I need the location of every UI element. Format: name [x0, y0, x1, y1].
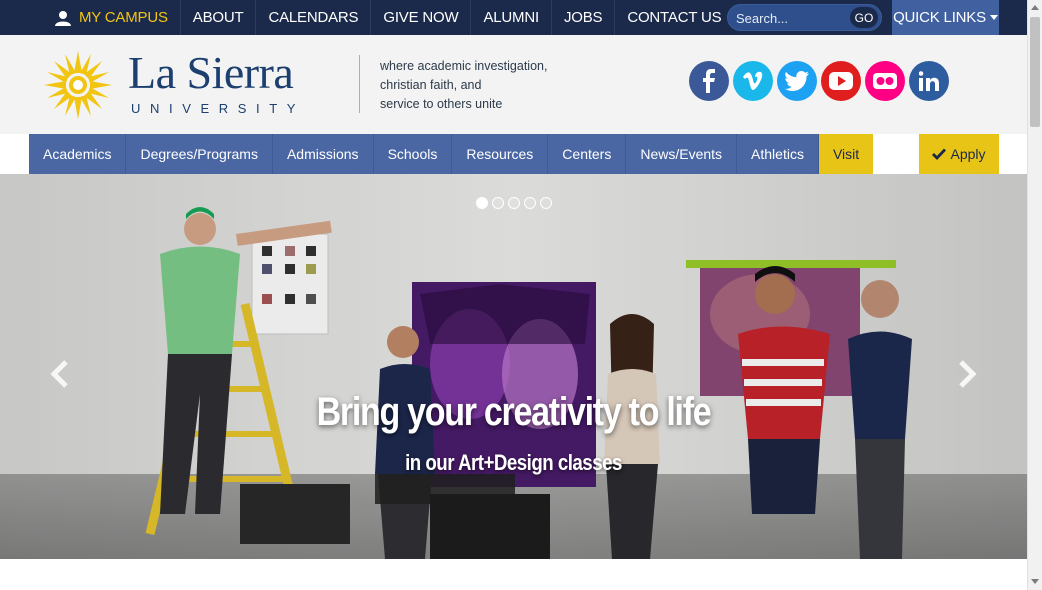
vimeo-icon[interactable] [733, 61, 773, 101]
site-header: La Sierra UNIVERSITY where academic inve… [0, 35, 1027, 134]
main-nav: Academics Degrees/Programs Admissions Sc… [29, 134, 999, 174]
calendars-link[interactable]: CALENDARS [256, 0, 372, 35]
hero-photo [0, 174, 1027, 559]
caret-down-icon [989, 15, 998, 20]
nav-academics[interactable]: Academics [29, 134, 127, 174]
utility-nav: MY CAMPUS ABOUT CALENDARS GIVE NOW ALUMN… [45, 0, 733, 35]
chevron-left-icon[interactable] [48, 359, 72, 389]
nav-news-events[interactable]: News/Events [626, 134, 738, 174]
slide-dot-2[interactable] [492, 197, 504, 209]
quick-links-dropdown[interactable]: QUICK LINKS [892, 0, 999, 35]
tagline-line-3: service to others unite [380, 97, 503, 111]
quick-links-label: QUICK LINKS [893, 9, 986, 26]
scroll-down-arrow-icon[interactable] [1031, 579, 1039, 584]
jobs-link[interactable]: JOBS [552, 0, 616, 35]
nav-visit[interactable]: Visit [818, 134, 874, 174]
slide-dot-4[interactable] [524, 197, 536, 209]
main-nav-row: Academics Degrees/Programs Admissions Sc… [29, 134, 874, 174]
user-icon [55, 10, 71, 26]
apply-button[interactable]: Apply [919, 134, 999, 174]
chevron-right-icon[interactable] [955, 359, 979, 389]
scrollbar-thumb[interactable] [1030, 17, 1040, 127]
my-campus-link[interactable]: MY CAMPUS [45, 0, 181, 35]
slide-dot-1[interactable] [476, 197, 488, 209]
search-go-button[interactable]: GO [850, 7, 878, 28]
nav-admissions[interactable]: Admissions [273, 134, 374, 174]
search-input[interactable] [736, 9, 846, 27]
alumni-link[interactable]: ALUMNI [471, 0, 552, 35]
facebook-icon[interactable] [689, 61, 729, 101]
slide-indicators [476, 197, 552, 209]
youtube-icon[interactable] [821, 61, 861, 101]
linkedin-icon[interactable] [909, 61, 949, 101]
brand-subtitle: UNIVERSITY [131, 101, 306, 116]
flickr-icon[interactable] [865, 61, 905, 101]
tagline-line-1: where academic investigation, [380, 59, 548, 73]
twitter-icon[interactable] [777, 61, 817, 101]
scroll-up-arrow-icon[interactable] [1031, 5, 1039, 10]
nav-schools[interactable]: Schools [374, 134, 453, 174]
slide-dot-5[interactable] [540, 197, 552, 209]
hero-subtitle: in our Art+Design classes [405, 450, 622, 475]
nav-athletics[interactable]: Athletics [737, 134, 819, 174]
search-box: GO [727, 4, 882, 31]
hero-slider: Bring your creativity to life in our Art… [0, 174, 1027, 559]
nav-centers[interactable]: Centers [548, 134, 627, 174]
page-scrollbar[interactable] [1027, 0, 1042, 590]
tagline-line-2: christian faith, and [380, 78, 482, 92]
about-link[interactable]: ABOUT [181, 0, 257, 35]
slide-dot-3[interactable] [508, 197, 520, 209]
contact-us-link[interactable]: CONTACT US [615, 0, 733, 35]
give-now-link[interactable]: GIVE NOW [371, 0, 472, 35]
tagline: where academic investigation, christian … [380, 57, 580, 114]
nav-degrees-programs[interactable]: Degrees/Programs [126, 134, 273, 174]
sun-logo-icon[interactable] [42, 49, 114, 121]
nav-resources[interactable]: Resources [452, 134, 549, 174]
checkmark-icon [932, 148, 947, 160]
apply-label: Apply [950, 146, 986, 162]
utility-bar: MY CAMPUS ABOUT CALENDARS GIVE NOW ALUMN… [0, 0, 1027, 35]
brand-name[interactable]: La Sierra [128, 47, 294, 99]
hero-title: Bring your creativity to life [316, 390, 712, 434]
social-links [689, 61, 949, 101]
header-divider [359, 55, 360, 113]
my-campus-label: MY CAMPUS [79, 9, 168, 26]
